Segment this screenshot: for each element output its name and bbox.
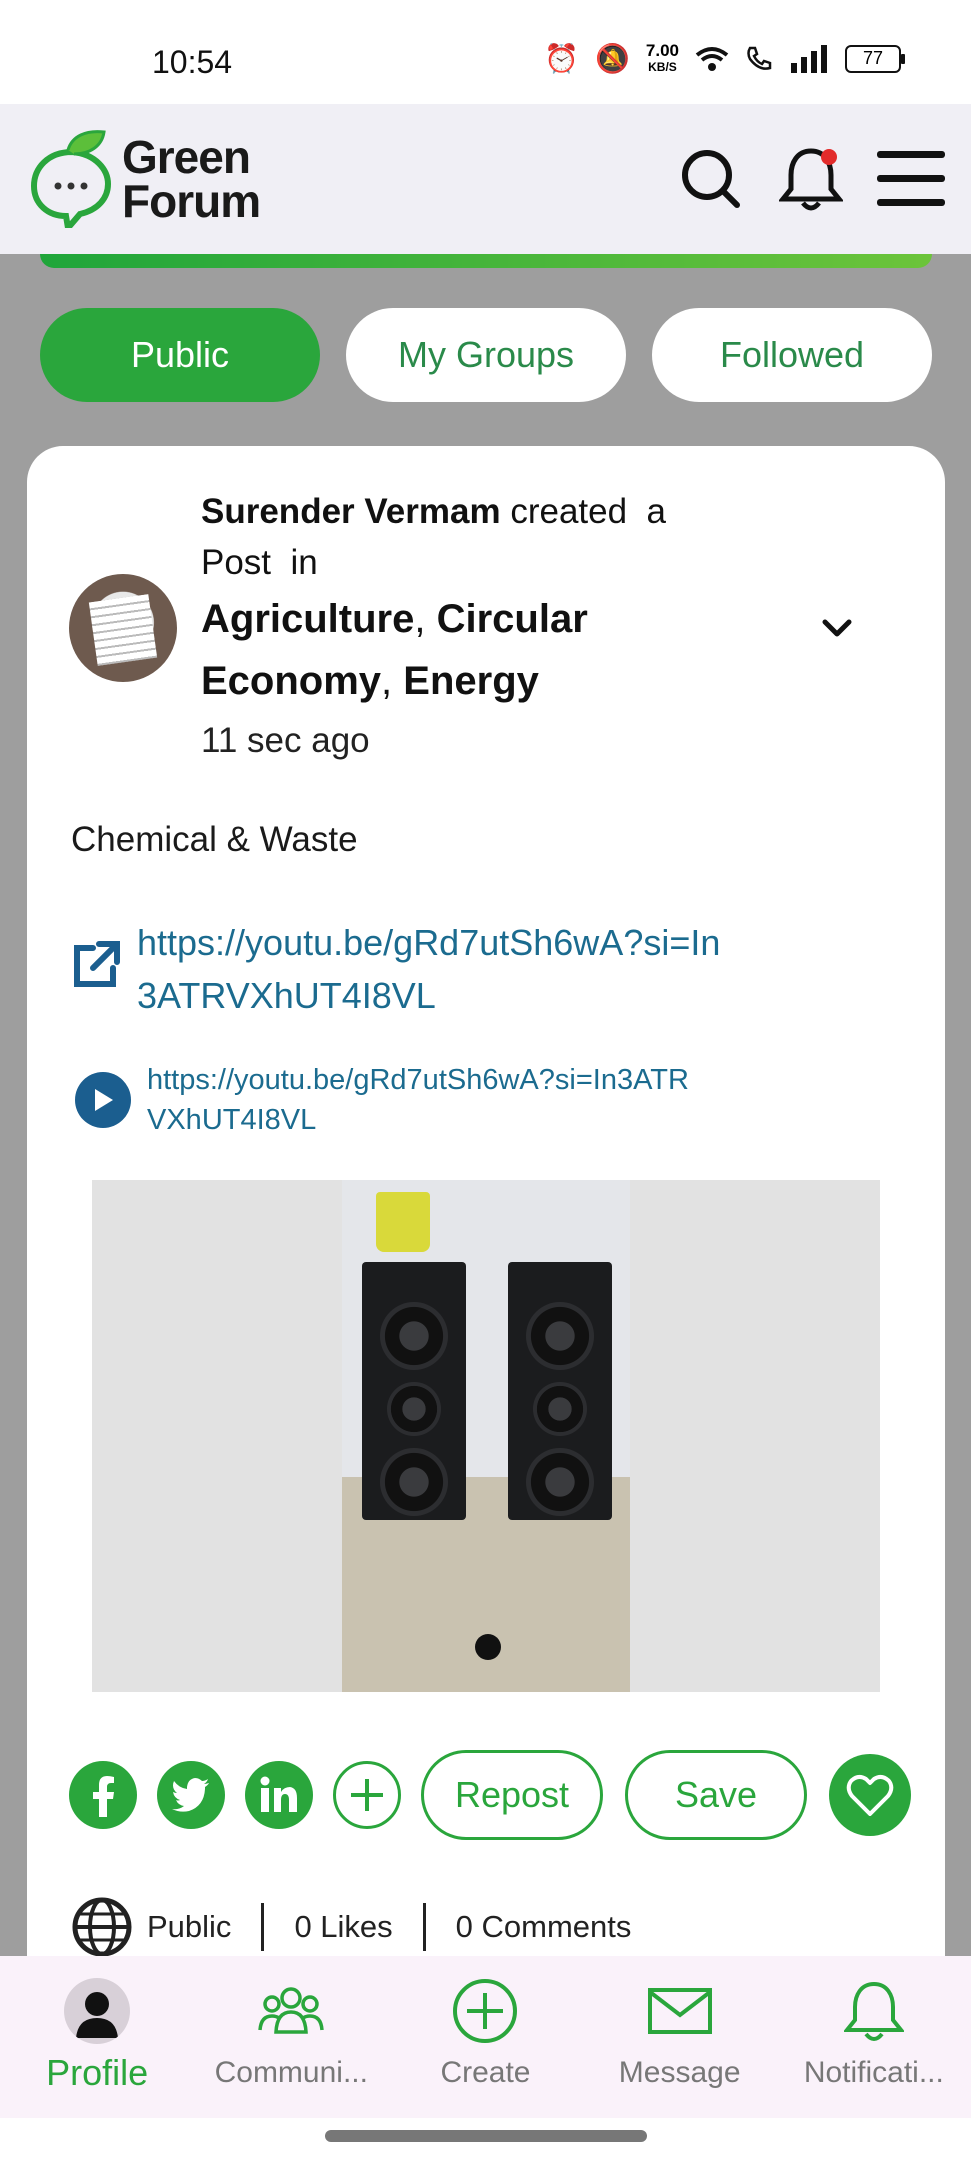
logo-text: Green Forum [122, 131, 261, 227]
video-link[interactable]: https://youtu.be/gRd7utSh6wA?si=In3ATRVX… [75, 1060, 707, 1140]
nav-label: Notificati... [803, 2056, 944, 2089]
post-card: Surender Vermam created a Post in Agricu… [27, 446, 945, 1958]
photo-speaker-right [508, 1262, 612, 1520]
search-button[interactable] [676, 144, 746, 214]
hamburger-menu-icon [877, 151, 945, 206]
nav-label: Message [618, 2056, 741, 2089]
twitter-share-button[interactable] [157, 1761, 225, 1829]
tab-my-groups[interactable]: My Groups [346, 308, 626, 402]
nav-notifications[interactable]: Notificati... [777, 1956, 971, 2118]
image-indicator-dot [475, 1634, 501, 1660]
search-icon [682, 150, 740, 208]
plus-circle-icon [452, 1978, 518, 2044]
tab-public[interactable]: Public [40, 308, 320, 402]
play-icon [75, 1072, 131, 1128]
post-image[interactable] [92, 1180, 880, 1692]
post-stats: Public 0 Likes 0 Comments [71, 1896, 631, 1958]
post-author[interactable]: Surender Vermam [201, 492, 501, 531]
net-speed-unit: KB/S [648, 59, 677, 74]
comments-count[interactable]: 0 Comments [456, 1909, 632, 1945]
post-action-2: Post in [201, 543, 318, 582]
external-link-icon [74, 941, 120, 987]
facebook-icon [93, 1776, 114, 1817]
signal-icon [791, 44, 827, 73]
logo-line-1: Green [122, 131, 251, 183]
video-url[interactable]: https://youtu.be/gRd7utSh6wA?si=In3ATRVX… [147, 1060, 707, 1140]
post-actions: Repost Save [69, 1750, 911, 1840]
group-link[interactable]: Energy [403, 659, 539, 703]
photo-bucket [376, 1192, 430, 1252]
logo-line-2: Forum [122, 175, 261, 227]
divider [261, 1903, 265, 1951]
post-meta: Surender Vermam created a Post in Agricu… [201, 486, 761, 770]
green-forum-logo[interactable]: Green Forum [28, 130, 261, 228]
battery-level: 77 [862, 48, 884, 68]
status-time: 10:54 [152, 44, 233, 80]
nav-label: Communi... [214, 2056, 368, 2089]
avatar[interactable] [69, 574, 177, 682]
divider [422, 1903, 426, 1951]
net-speed: 7.00 KB/S [645, 40, 679, 75]
external-link[interactable]: https://youtu.be/gRd7utSh6wA?si=In3ATRVX… [69, 916, 737, 1022]
heart-icon [846, 1774, 894, 1816]
link-url[interactable]: https://youtu.be/gRd7utSh6wA?si=In3ATRVX… [137, 916, 737, 1022]
profile-icon [64, 1978, 131, 2044]
net-speed-value: 7.00 [645, 40, 679, 60]
post-text: Chemical & Waste [71, 820, 358, 859]
alarm-icon: ⏰ [544, 43, 580, 74]
feed-tabs: Public My Groups Followed [40, 308, 932, 402]
nav-create[interactable]: Create [388, 1956, 582, 2118]
battery-icon: 77 [845, 44, 905, 73]
group-link[interactable]: Economy [201, 659, 381, 703]
nav-message[interactable]: Message [583, 1956, 777, 2118]
nav-profile[interactable]: Profile [0, 1956, 194, 2118]
save-button[interactable]: Save [625, 1750, 807, 1840]
post-timestamp: 11 sec ago [201, 721, 370, 760]
post-groups: Agriculture, Circular Economy, Energy [201, 597, 588, 703]
plus-icon [351, 1779, 383, 1811]
likes-count[interactable]: 0 Likes [294, 1909, 392, 1945]
bottom-nav: Profile Communi... Create Message Notifi… [0, 1956, 971, 2118]
home-indicator[interactable] [325, 2130, 647, 2142]
bell-icon [779, 148, 843, 211]
nav-label: Profile [46, 2052, 149, 2093]
nav-community[interactable]: Communi... [194, 1956, 388, 2118]
nav-label: Create [440, 2056, 531, 2089]
wifi-icon [695, 46, 729, 71]
status-icons: ⏰ 🔕 7.00 KB/S 77 [544, 40, 905, 75]
speakers-photo [342, 1180, 630, 1692]
menu-button[interactable] [876, 144, 946, 214]
linkedin-icon [260, 1776, 297, 1812]
envelope-icon [647, 1978, 713, 2044]
more-share-button[interactable] [333, 1761, 401, 1829]
like-button[interactable] [829, 1754, 911, 1836]
app-header: Green Forum [0, 104, 971, 254]
twitter-icon [172, 1778, 209, 1812]
tab-followed[interactable]: Followed [652, 308, 932, 402]
bell-icon [841, 1978, 907, 2044]
repost-button[interactable]: Repost [421, 1750, 603, 1840]
group-link[interactable]: Agriculture [201, 597, 414, 641]
post-action: created a [510, 492, 666, 531]
banner-strip [40, 254, 932, 268]
notifications-button[interactable] [776, 144, 846, 214]
linkedin-share-button[interactable] [245, 1761, 313, 1829]
facebook-share-button[interactable] [69, 1761, 137, 1829]
community-icon [258, 1978, 325, 2044]
status-bar: 10:54 ⏰ 🔕 7.00 KB/S 77 [0, 0, 971, 104]
chevron-down-icon[interactable] [817, 608, 857, 648]
photo-speaker-left [362, 1262, 466, 1520]
avatar-photo [88, 594, 158, 666]
call-icon [747, 46, 772, 70]
globe-icon [72, 1897, 132, 1957]
visibility-label: Public [147, 1909, 232, 1944]
post-author-line: Surender Vermam created a [201, 486, 761, 537]
group-link[interactable]: Circular [437, 597, 588, 641]
mute-icon: 🔕 [595, 43, 630, 74]
chat-leaf-icon [30, 130, 112, 228]
